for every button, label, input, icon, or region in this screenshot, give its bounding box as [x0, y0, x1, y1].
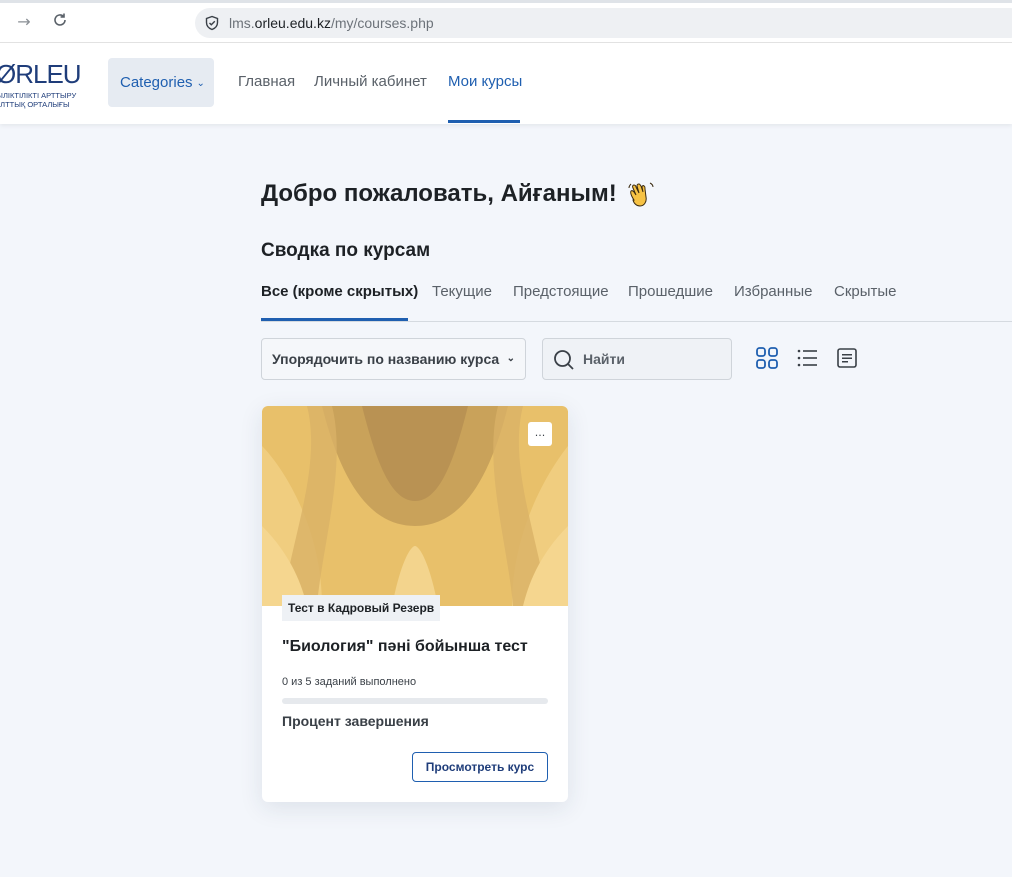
course-progress-text: 0 из 5 заданий выполнено	[282, 676, 417, 688]
tab-favourites[interactable]: Избранные	[734, 283, 812, 300]
tab-future[interactable]: Предстоящие	[513, 283, 609, 300]
course-image[interactable]	[262, 406, 568, 606]
course-overview-title: Сводка по курсам	[261, 240, 431, 261]
tab-hidden[interactable]: Скрытые	[834, 283, 897, 300]
search-icon	[554, 350, 574, 370]
waving-hand-icon	[628, 182, 654, 207]
url-domain: orleu.edu.kz	[254, 15, 331, 31]
nav-dashboard[interactable]: Личный кабинет	[314, 73, 427, 90]
url-path: /my/courses.php	[330, 15, 434, 31]
page-title: Добро пожаловать, Айғаным!	[261, 180, 617, 207]
course-category-badge: Тест в Кадровый Резерв	[282, 595, 441, 621]
course-card[interactable]: ... Тест в Кадровый Резерв "Биология" пә…	[262, 406, 568, 802]
sort-label: Упорядочить по названию курса	[272, 351, 500, 367]
view-course-button[interactable]: Просмотреть курс	[412, 752, 548, 782]
tab-strip	[0, 0, 1012, 3]
categories-button[interactable]: Categories ⌄	[108, 58, 214, 107]
tabs-divider	[261, 321, 1012, 322]
forward-icon[interactable]: →	[14, 12, 34, 32]
orleu-logo[interactable]: ØRLEU БІЛІКТІЛІКТІ АРТТЫРУ ҰЛТТЫҚ ОРТАЛЫ…	[0, 59, 82, 111]
nav-active-indicator	[448, 120, 520, 123]
tab-all-except-hidden[interactable]: Все (кроме скрытых)	[261, 283, 418, 300]
chevron-down-icon: ⌄	[506, 353, 515, 364]
grid-view-icon[interactable]	[755, 346, 779, 370]
shield-icon	[205, 15, 219, 31]
course-title[interactable]: "Биология" пәні бойынша тест	[282, 638, 528, 656]
search-input[interactable]	[583, 348, 723, 370]
nav-my-courses[interactable]: Мои курсы	[448, 73, 522, 90]
logo-sub-line-2: ҰЛТТЫҚ ОРТАЛЫҒЫ	[0, 100, 70, 109]
logo-sub-line-1: БІЛІКТІЛІКТІ АРТТЫРУ	[0, 91, 77, 100]
url-prefix: lms.	[229, 15, 255, 31]
url-text: lms.orleu.edu.kz/my/courses.php	[229, 15, 434, 31]
course-progress-bar	[282, 698, 548, 704]
course-completion-label: Процент завершения	[282, 713, 429, 729]
categories-label: Categories	[120, 74, 193, 91]
chevron-down-icon: ⌄	[196, 77, 205, 89]
sort-dropdown[interactable]: Упорядочить по названию курса ⌄	[261, 338, 526, 380]
tab-past[interactable]: Прошедшие	[628, 283, 713, 300]
browser-toolbar: → lms.orleu.edu.kz/my/courses.php	[0, 0, 1012, 43]
site-header: ØRLEU БІЛІКТІЛІКТІ АРТТЫРУ ҰЛТТЫҚ ОРТАЛЫ…	[0, 43, 1012, 124]
nav-home[interactable]: Главная	[238, 73, 295, 90]
logo-main-text: ØRLEU	[0, 59, 82, 89]
reload-icon[interactable]	[50, 12, 70, 32]
search-field[interactable]	[542, 338, 732, 380]
list-view-icon[interactable]	[795, 346, 819, 370]
course-actions-menu-button[interactable]: ...	[528, 422, 552, 446]
tab-in-progress[interactable]: Текущие	[432, 283, 492, 300]
address-bar[interactable]: lms.orleu.edu.kz/my/courses.php	[195, 8, 1012, 38]
summary-view-icon[interactable]	[835, 346, 859, 370]
